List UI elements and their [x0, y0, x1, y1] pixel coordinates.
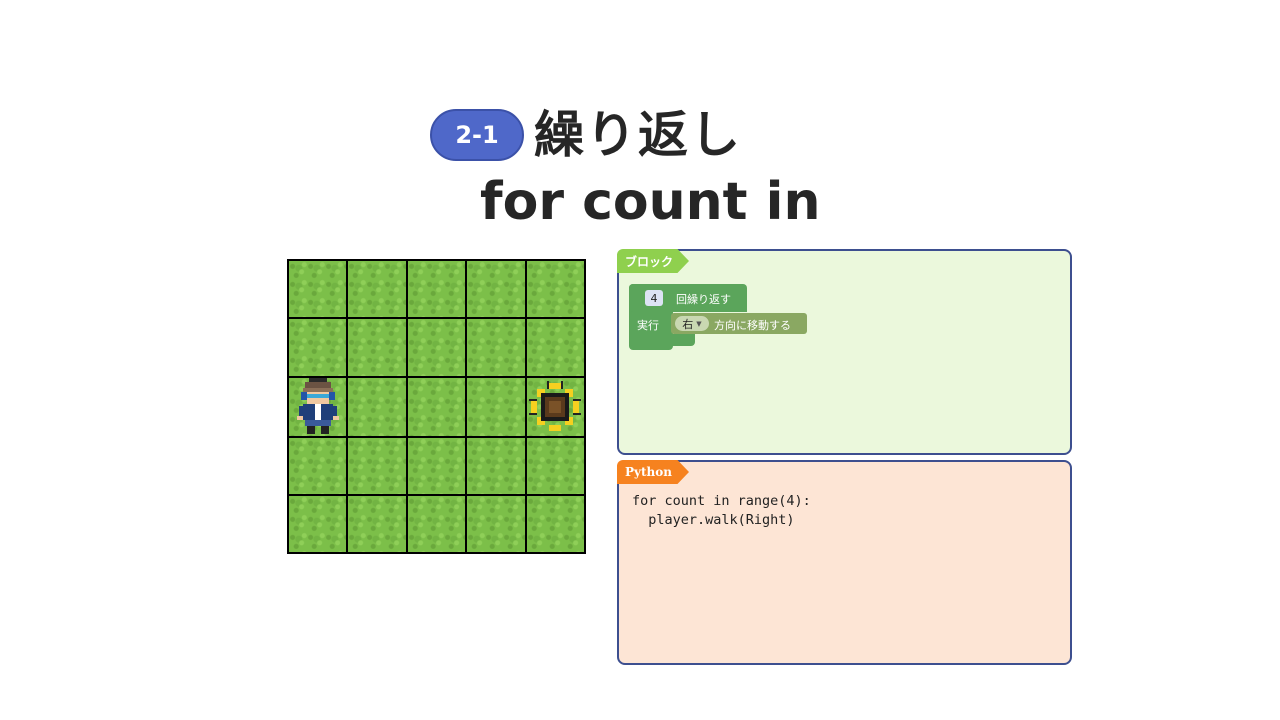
grid-cell [289, 437, 347, 494]
blocks-panel: ブロック 4 回繰り返す 実行 右 ▼ 方向に移動する [617, 249, 1072, 455]
grid-cell [407, 319, 466, 376]
grid-cell-goal [526, 377, 584, 436]
blocks-panel-tag: ブロック [617, 249, 689, 273]
python-code: for count in range(4): player.walk(Right… [632, 493, 811, 528]
grid-cell-player [289, 377, 347, 436]
grid-cell [348, 319, 406, 376]
grid-cell [348, 377, 406, 436]
grid-cell [467, 437, 525, 494]
grid-cell [467, 377, 525, 436]
grid-cell [526, 495, 584, 552]
loop-count-input[interactable]: 4 [645, 290, 663, 306]
grid-cell [467, 261, 525, 318]
grid-cell [407, 261, 466, 318]
page-subtitle: for count in [480, 172, 821, 232]
python-panel-tag: Python [617, 460, 689, 484]
exec-label: 実行 [637, 319, 659, 332]
lesson-number-badge: 2-1 [430, 109, 524, 161]
grid-cell [526, 319, 584, 376]
grid-cell [348, 261, 406, 318]
player-character-icon [296, 377, 339, 434]
grid-cell [289, 495, 347, 552]
grid-cell [526, 261, 584, 318]
grid-cell [348, 495, 406, 552]
grid-cell [407, 377, 466, 436]
loop-label: 回繰り返す [676, 293, 731, 306]
repeat-loop-block[interactable]: 4 回繰り返す 実行 右 ▼ 方向に移動する [629, 284, 807, 350]
grid-cell [407, 437, 466, 494]
python-panel: Python for count in range(4): player.wal… [617, 460, 1072, 665]
move-block[interactable]: 右 ▼ 方向に移動する [671, 313, 807, 334]
grid-cell [348, 437, 406, 494]
direction-dropdown[interactable]: 右 ▼ [675, 316, 709, 331]
loop-block-footer [629, 334, 695, 346]
grid-cell [467, 495, 525, 552]
game-grid [287, 259, 586, 554]
grid-cell [526, 437, 584, 494]
grid-cell [467, 319, 525, 376]
grid-cell [289, 319, 347, 376]
chevron-down-icon: ▼ [696, 319, 702, 328]
move-label: 方向に移動する [714, 319, 791, 332]
grid-cell [407, 495, 466, 552]
page-title: 繰り返し [534, 106, 742, 164]
direction-value: 右 [682, 317, 694, 331]
sunflower-icon [529, 380, 582, 431]
grid-cell [289, 261, 347, 318]
